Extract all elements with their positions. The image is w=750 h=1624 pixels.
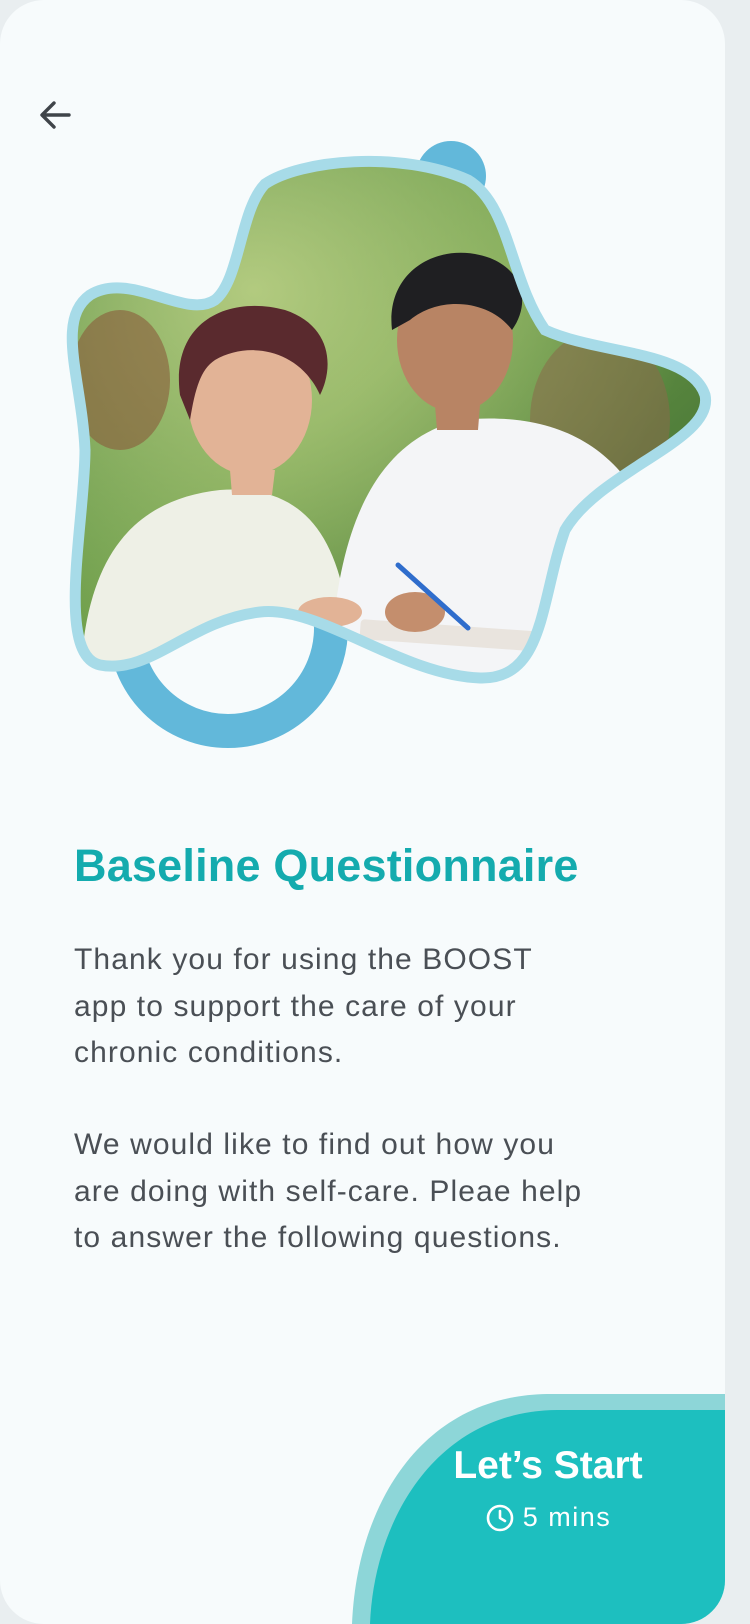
duration: 5 mins [352,1502,725,1533]
lets-start-label: Let’s Start [453,1444,643,1487]
hero-photo [72,161,706,679]
lets-start-button[interactable]: Let’s Start 5 mins [352,1394,725,1624]
arrow-left-icon [40,101,71,129]
hero-illustration [66,141,711,748]
intro-paragraph: Thank you for using the BOOST app to sup… [74,943,533,1069]
screen: Baseline Questionnaire Thank you for usi… [0,0,725,1624]
duration-label: 5 mins [522,1502,612,1532]
instructions-paragraph: We would like to find out how you are do… [74,1128,583,1254]
clock-icon [486,1504,514,1531]
page-title: Baseline Questionnaire [74,840,579,891]
